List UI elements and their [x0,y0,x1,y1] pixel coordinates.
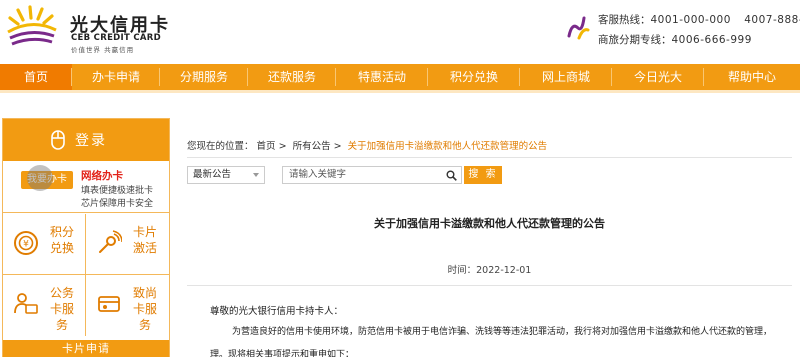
installment-number: 4006-666-999 [671,34,752,46]
nav-label: 帮助中心 [727,70,776,84]
sidebar: 登录 我要办卡 网络办卡 填表便捷极速批卡 芯片保障用卡安全 ¥ 积分兑换 卡片… [2,118,170,357]
logo-slogan: 价值世界 共赢信用 [71,46,135,54]
nav-item-mall[interactable]: 网上商城 [520,64,612,90]
breadcrumb-prefix: 您现在的位置： [187,141,254,152]
online-apply-title[interactable]: 网络办卡 [81,168,123,183]
article-paragraph-1: 为营造良好的信用卡使用环境，防范信用卡被用于电信诈骗、洗钱等等违法犯罪活动，我行… [232,327,773,337]
ceb-logo[interactable]: 光大信用卡 CEB CREDIT CARD 价值世界 共赢信用 [4,4,179,56]
breadcrumb: 您现在的位置： 首页 > 所有公告 > 关于加强信用卡溢缴款和他人代还款管理的公告 [187,138,547,152]
nav-underline [0,90,800,93]
card-activate-link[interactable]: 卡片激活 [86,214,169,275]
nav-item-points[interactable]: 积分兑换 [428,64,520,90]
mouse-icon [51,130,65,150]
breadcrumb-divider [187,157,792,158]
breadcrumb-separator: > [278,141,287,152]
hotline-phone-icon [567,16,590,40]
business-card-label: 公务卡服务 [49,286,74,332]
article-divider [187,285,792,286]
business-card-link[interactable]: 公务卡服务 [3,275,86,336]
page: 光大信用卡 CEB CREDIT CARD 价值世界 共赢信用 客服热线：400… [0,0,800,357]
nav-label: 积分兑换 [449,70,498,84]
breadcrumb-home[interactable]: 首页 [257,141,276,152]
card-activate-label: 卡片激活 [132,225,157,255]
cursor-highlight [27,165,53,191]
business-card-icon [14,293,38,314]
points-exchange-link[interactable]: ¥ 积分兑换 [3,214,86,275]
article-time: 时间：2022-12-01 [447,265,532,276]
nav-item-installment[interactable]: 分期服务 [160,64,248,90]
search-input[interactable]: 请输入关键字 [282,166,462,184]
nav-label: 今日光大 [633,70,682,84]
online-apply-line1: 填表便捷极速批卡 [81,186,154,196]
article-paragraph-2: 理。现将相关事项提示和重申如下： [210,350,355,357]
login-label: 登录 [75,133,107,149]
nav-label: 还款服务 [267,70,316,84]
online-apply-panel: 我要办卡 网络办卡 填表便捷极速批卡 芯片保障用卡安全 [3,161,169,213]
nav-item-repayment[interactable]: 还款服务 [248,64,336,90]
hotline-number-2: 4007-888- [744,14,800,26]
search-icon [446,170,457,181]
notice-category-select[interactable]: 最新公告 [187,166,265,184]
nav-label: 办卡申请 [91,70,140,84]
login-button[interactable]: 登录 [3,119,169,161]
online-apply-line2: 芯片保障用卡安全 [81,199,154,209]
nav-item-promotions[interactable]: 特惠活动 [336,64,428,90]
main-nav: 首页 办卡申请 分期服务 还款服务 特惠活动 积分兑换 网上商城 今日光大 帮助… [0,64,800,90]
select-value: 最新公告 [193,169,232,180]
nav-label: 特惠活动 [357,70,406,84]
zhishang-card-link[interactable]: 致尚卡服务 [86,275,169,336]
svg-text:¥: ¥ [23,240,29,250]
search-button[interactable]: 搜 索 [464,166,502,184]
chevron-down-icon [253,173,259,177]
points-exchange-label: 积分兑换 [49,225,74,255]
header: 光大信用卡 CEB CREDIT CARD 价值世界 共赢信用 客服热线：400… [0,0,800,62]
installment-hotline: 商旅分期专线：4006-666-999 [598,30,800,50]
breadcrumb-all-notices[interactable]: 所有公告 [293,141,331,152]
card-apply-bar[interactable]: 卡片申请 [3,340,169,357]
nav-item-card-apply[interactable]: 办卡申请 [72,64,160,90]
hotline-info: 客服热线：4001-000-000 4007-888- 商旅分期专线：4006-… [598,10,800,50]
hotline-label: 客服热线： [598,14,651,26]
article-title: 关于加强信用卡溢缴款和他人代还款管理的公告 [374,217,605,230]
breadcrumb-current: 关于加强信用卡溢缴款和他人代还款管理的公告 [347,141,548,152]
zhishang-card-icon [98,296,120,312]
nav-item-help[interactable]: 帮助中心 [704,64,800,90]
nav-item-home[interactable]: 首页 [0,64,72,90]
article-greeting: 尊敬的光大银行信用卡持卡人： [210,306,344,317]
activate-icon [99,230,122,253]
installment-label: 商旅分期专线： [598,34,672,46]
points-icon: ¥ [14,231,38,255]
logo-english-name: CEB CREDIT CARD [71,33,161,43]
customer-hotline: 客服热线：4001-000-000 4007-888- [598,10,800,30]
search-placeholder: 请输入关键字 [289,169,347,180]
zhishang-card-label: 致尚卡服务 [132,286,157,332]
breadcrumb-separator: > [333,141,342,152]
hotline-number: 4001-000-000 [650,14,731,26]
service-grid: ¥ 积分兑换 卡片激活 公务卡服务 致尚卡服务 [3,214,169,337]
nav-label: 分期服务 [179,70,228,84]
nav-label: 首页 [23,70,48,84]
nav-label: 网上商城 [541,70,590,84]
sun-logo-icon [7,5,57,46]
nav-item-ceb-today[interactable]: 今日光大 [612,64,704,90]
